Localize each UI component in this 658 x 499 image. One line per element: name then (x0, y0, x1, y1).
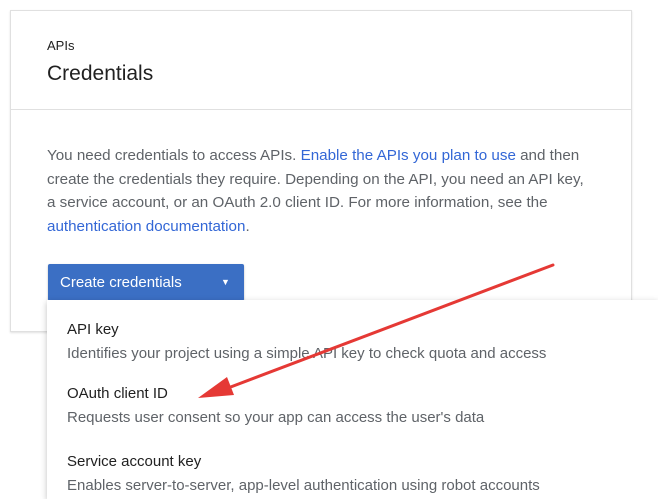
menu-item-oauth-client-id[interactable]: OAuth client ID Requests user consent so… (47, 364, 658, 426)
enable-apis-link[interactable]: Enable the APIs you plan to use (301, 147, 516, 164)
page-title: Credentials (47, 62, 154, 85)
credentials-card: APIs Credentials You need credentials to… (10, 10, 632, 332)
intro-text-3: . (245, 218, 250, 236)
menu-item-title: API key (67, 321, 119, 338)
menu-item-description: Enables server-to-server, app-level auth… (67, 477, 540, 494)
menu-item-title: Service account key (67, 453, 202, 470)
create-credentials-button[interactable]: Create credentials ▼ (48, 264, 244, 301)
menu-item-service-account-key[interactable]: Service account key Enables server-to-se… (47, 432, 658, 494)
intro-paragraph: You need credentials to access APIs. Ena… (47, 144, 591, 239)
menu-item-description: Identifies your project using a simple A… (67, 345, 547, 362)
caret-down-icon: ▼ (221, 277, 230, 287)
menu-item-title: OAuth client ID (67, 385, 168, 402)
menu-item-description: Requests user consent so your app can ac… (67, 409, 485, 426)
intro-text-1: You need credentials to access APIs. (47, 147, 301, 164)
create-credentials-menu: API key Identifies your project using a … (47, 300, 658, 499)
breadcrumb[interactable]: APIs (47, 38, 74, 54)
authentication-documentation-link[interactable]: authentication documentation (47, 218, 245, 235)
card-header: APIs Credentials (11, 11, 631, 110)
create-credentials-label: Create credentials (60, 274, 182, 291)
menu-item-api-key[interactable]: API key Identifies your project using a … (47, 300, 658, 362)
